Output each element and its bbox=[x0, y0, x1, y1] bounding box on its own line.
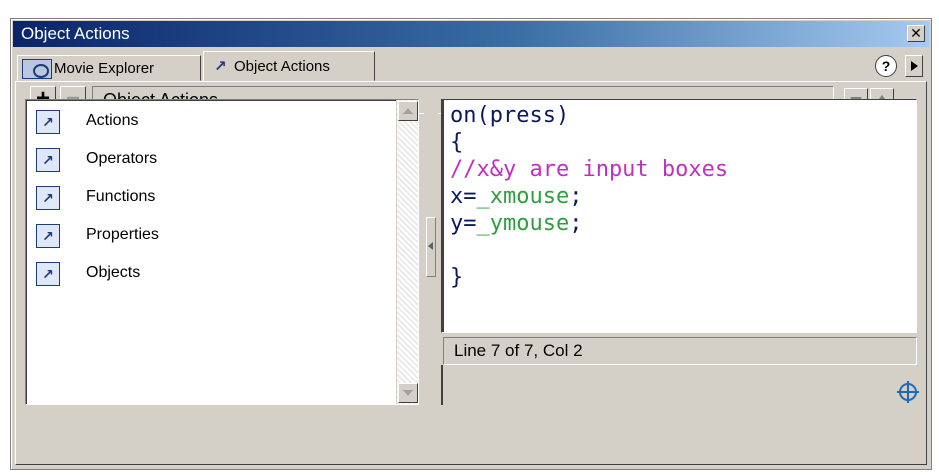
toolbox-item-label: Actions bbox=[86, 112, 139, 129]
object-actions-window: Object Actions ✕ Movie Explorer ↗ Object… bbox=[10, 18, 932, 470]
panel-menu-arrow-icon[interactable] bbox=[905, 55, 923, 77]
toolbox-item-label: Properties bbox=[86, 226, 159, 243]
code-line-4: x=_xmouse; bbox=[450, 183, 582, 210]
book-arrow-icon: ↗ bbox=[36, 186, 60, 210]
tab-movie-explorer[interactable]: Movie Explorer bbox=[17, 55, 201, 81]
book-arrow-icon: ↗ bbox=[36, 110, 60, 134]
book-arrow-icon: ↗ bbox=[36, 262, 60, 286]
scroll-up-icon[interactable] bbox=[398, 101, 418, 121]
code-line-1: on(press) bbox=[450, 103, 570, 128]
code-line-7: } bbox=[450, 265, 464, 290]
window-title: Object Actions bbox=[21, 24, 130, 43]
script-editor[interactable]: on(press) { //x&y are input boxes x=_xmo… bbox=[441, 99, 917, 333]
scroll-down-icon[interactable] bbox=[398, 383, 418, 403]
toolbox-item-objects[interactable]: ↗ Objects bbox=[36, 260, 376, 290]
toolbox-item-functions[interactable]: ↗ Functions bbox=[36, 184, 376, 214]
action-arrow-icon: ↗ bbox=[214, 58, 227, 75]
tab-row: Movie Explorer ↗ Object Actions ? bbox=[15, 51, 927, 81]
target-crosshair-icon[interactable] bbox=[897, 381, 919, 403]
toolbox-item-operators[interactable]: ↗ Operators bbox=[36, 146, 376, 176]
book-arrow-icon: ↗ bbox=[36, 148, 60, 172]
toolbox-item-label: Operators bbox=[86, 150, 158, 167]
toolbox-item-actions[interactable]: ↗ Actions bbox=[36, 108, 376, 138]
collapse-arrow-icon[interactable] bbox=[426, 217, 436, 277]
toolbox-item-label: Functions bbox=[86, 188, 156, 205]
movie-explorer-icon bbox=[22, 59, 52, 79]
pane-splitter[interactable] bbox=[424, 99, 438, 405]
toolbox-list: ↗ Actions ↗ Operators ↗ Functions ↗ Prop… bbox=[25, 99, 419, 405]
code-token: _ymouse bbox=[476, 211, 570, 236]
code-token: x= bbox=[450, 184, 477, 209]
code-line-2: { bbox=[450, 130, 464, 155]
code-token: y= bbox=[450, 211, 477, 236]
toolbox-item-label: Objects bbox=[86, 264, 141, 281]
code-line-3: //x&y are input boxes bbox=[450, 157, 729, 182]
divider bbox=[441, 365, 443, 405]
code-token: ; bbox=[569, 184, 583, 209]
code-token: ; bbox=[569, 211, 583, 236]
tab-object-actions[interactable]: ↗ Object Actions bbox=[203, 51, 375, 81]
tab-label: Object Actions bbox=[234, 58, 330, 75]
tab-label: Movie Explorer bbox=[54, 60, 155, 77]
toolbox-item-properties[interactable]: ↗ Properties bbox=[36, 222, 376, 252]
book-arrow-icon: ↗ bbox=[36, 224, 60, 248]
toolbox-scrollbar[interactable] bbox=[396, 100, 418, 404]
title-bar[interactable]: Object Actions ✕ bbox=[13, 21, 929, 47]
editor-status-bar: Line 7 of 7, Col 2 bbox=[443, 337, 917, 365]
help-button[interactable]: ? bbox=[875, 55, 897, 77]
close-icon[interactable]: ✕ bbox=[907, 25, 925, 42]
code-line-5: y=_ymouse; bbox=[450, 210, 582, 237]
code-token: _xmouse bbox=[476, 184, 570, 209]
